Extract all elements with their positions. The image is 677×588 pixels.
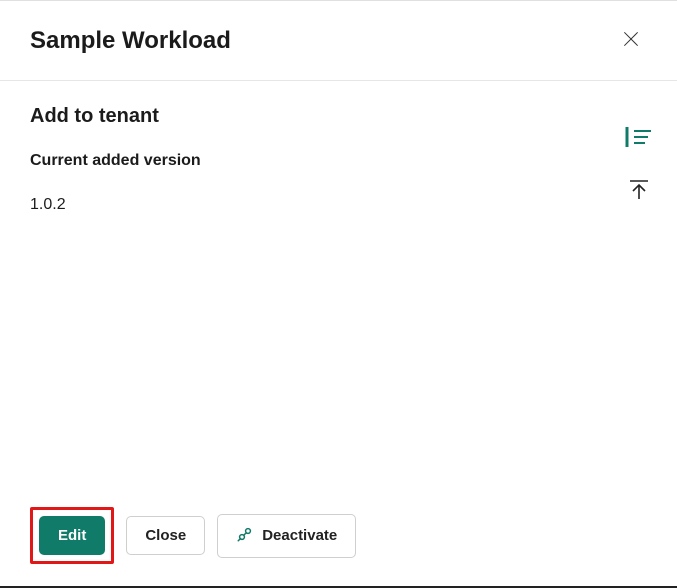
close-footer-label: Close <box>145 527 186 544</box>
edit-highlight: Edit <box>30 507 114 564</box>
edit-button-label: Edit <box>58 527 86 544</box>
edit-button[interactable]: Edit <box>39 516 105 555</box>
panel-footer: Edit Close Deactivate <box>30 507 356 564</box>
close-icon <box>621 29 641 52</box>
arrow-top-icon <box>628 179 650 204</box>
panel-header: Sample Workload <box>0 1 677 81</box>
side-actions <box>625 126 653 204</box>
version-label: Current added version <box>30 152 647 170</box>
panel-title: Sample Workload <box>30 27 231 55</box>
list-view-button[interactable] <box>625 126 653 151</box>
close-footer-button[interactable]: Close <box>126 516 205 555</box>
scroll-top-button[interactable] <box>628 179 650 204</box>
section-title: Add to tenant <box>30 105 647 128</box>
deactivate-label: Deactivate <box>262 527 337 544</box>
list-icon <box>625 126 653 151</box>
close-button[interactable] <box>615 23 647 58</box>
deactivate-icon <box>236 525 254 547</box>
panel-content: Add to tenant Current added version 1.0.… <box>0 81 677 214</box>
deactivate-button[interactable]: Deactivate <box>217 514 356 558</box>
version-value: 1.0.2 <box>30 196 647 214</box>
